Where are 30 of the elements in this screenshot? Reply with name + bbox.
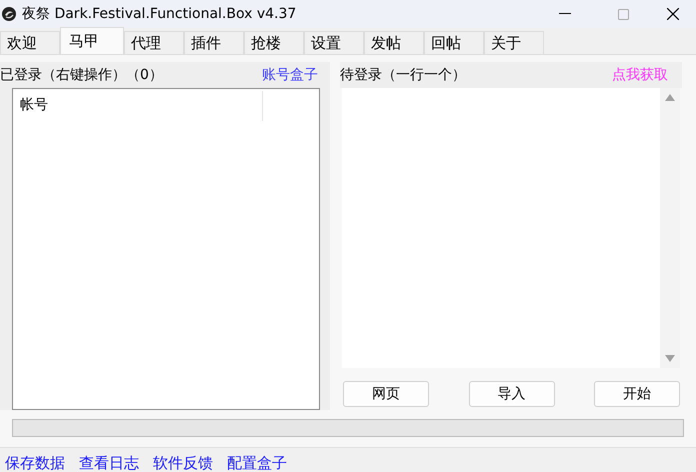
footer-link[interactable]: 配置盒子: [227, 454, 287, 472]
tab[interactable]: 欢迎: [0, 31, 60, 54]
action-button[interactable]: 导入: [468, 381, 554, 407]
account-box-link[interactable]: 账号盒子: [262, 64, 318, 86]
app-logo-icon: [2, 7, 16, 21]
close-icon: [667, 8, 679, 20]
tab[interactable]: 代理: [124, 31, 184, 54]
scroll-down-icon: [665, 355, 675, 362]
tab[interactable]: 关于: [484, 31, 544, 54]
window-title: 夜祭 Dark.Festival.Functional.Box v4.37: [22, 4, 296, 24]
tab[interactable]: 回帖: [424, 31, 484, 54]
scrollbar[interactable]: [660, 88, 680, 368]
tab[interactable]: 插件: [184, 31, 244, 54]
tab[interactable]: 设置: [304, 31, 364, 54]
tab[interactable]: 发帖: [364, 31, 424, 54]
action-button[interactable]: 网页: [343, 381, 429, 407]
column-header[interactable]: 帐号: [13, 91, 263, 121]
minimize-icon: [559, 13, 571, 15]
pending-label: 待登录（一行一个）: [340, 66, 466, 84]
logged-in-label: 已登录（右键操作）（0）: [0, 66, 163, 84]
footer-link[interactable]: 软件反馈: [153, 454, 213, 472]
action-button[interactable]: 开始: [594, 381, 680, 407]
footer-link[interactable]: 查看日志: [79, 454, 139, 472]
maximize-icon: [618, 8, 628, 20]
tab[interactable]: 抢楼: [244, 31, 304, 54]
pending-textarea[interactable]: [342, 88, 680, 368]
scroll-up-icon: [665, 94, 675, 101]
account-list[interactable]: 帐号: [12, 88, 320, 410]
tab[interactable]: 马甲: [60, 27, 124, 54]
footer-link[interactable]: 保存数据: [5, 454, 65, 472]
